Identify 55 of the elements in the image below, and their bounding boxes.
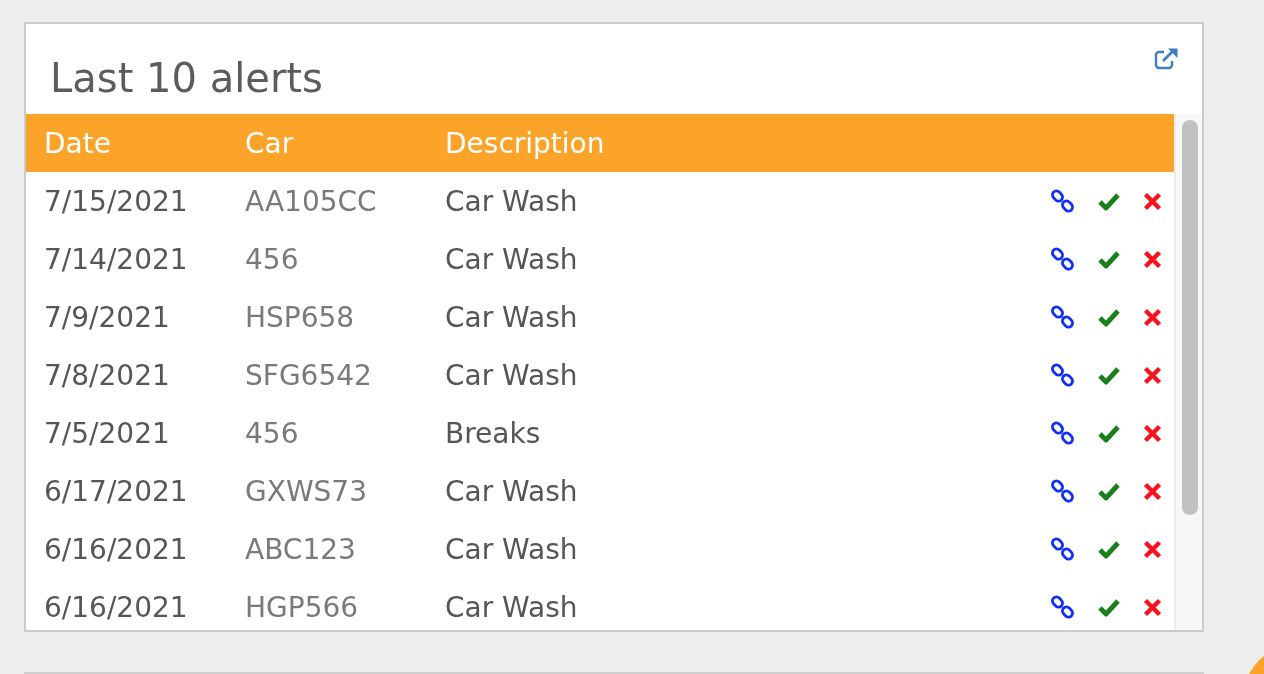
column-header: Description — [445, 126, 606, 160]
table-cell-text: ABC123 — [245, 532, 357, 566]
cross-icon[interactable] — [1143, 539, 1162, 559]
link-icon[interactable] — [1050, 304, 1075, 330]
table-cell-text: Car Wash — [445, 184, 579, 218]
external-link-icon[interactable] — [1154, 48, 1178, 70]
table-cell-text: 7/8/2021 — [44, 358, 171, 392]
check-icon[interactable] — [1097, 423, 1121, 443]
cross-icon[interactable] — [1143, 597, 1162, 617]
table-cell-text: 7/14/2021 — [44, 242, 189, 276]
link-icon[interactable] — [1050, 536, 1075, 562]
check-icon[interactable] — [1097, 481, 1121, 501]
table-cell-text: 7/9/2021 — [44, 300, 171, 334]
table-cell-text: AA105CC — [245, 184, 378, 218]
check-icon[interactable] — [1097, 365, 1121, 385]
table-cell-text: Car Wash — [445, 474, 579, 508]
table-cell-text: GXWS73 — [245, 474, 368, 508]
check-icon[interactable] — [1097, 249, 1121, 269]
table-cell-text: Car Wash — [445, 358, 579, 392]
table-cell-text: SFG6542 — [245, 358, 373, 392]
link-icon[interactable] — [1050, 420, 1075, 446]
check-icon[interactable] — [1097, 191, 1121, 211]
cross-icon[interactable] — [1143, 481, 1162, 501]
cross-icon[interactable] — [1143, 365, 1162, 385]
scrollbar[interactable] — [1174, 114, 1202, 630]
table-cell-text: 7/5/2021 — [44, 416, 171, 450]
check-icon[interactable] — [1097, 597, 1121, 617]
link-icon[interactable] — [1050, 594, 1075, 620]
cross-icon[interactable] — [1143, 249, 1162, 269]
check-icon[interactable] — [1097, 307, 1121, 327]
link-icon[interactable] — [1050, 362, 1075, 388]
link-icon[interactable] — [1050, 246, 1075, 272]
check-icon[interactable] — [1097, 539, 1121, 559]
table-cell-text: 456 — [245, 242, 300, 276]
table-cell-text: Car Wash — [445, 300, 579, 334]
table-cell-text: 456 — [245, 416, 300, 450]
table-cell-text: HGP566 — [245, 590, 360, 624]
column-header: Date — [44, 126, 112, 160]
table-cell-text: 6/17/2021 — [44, 474, 189, 508]
table-cell-text: Car Wash — [445, 242, 579, 276]
link-icon[interactable] — [1050, 188, 1075, 214]
cross-icon[interactable] — [1143, 307, 1162, 327]
table-cell-text: 6/16/2021 — [44, 532, 189, 566]
panel-title: Last 10 alerts — [50, 55, 323, 101]
table-cell-text: Car Wash — [445, 590, 579, 624]
column-header: Car — [245, 126, 295, 160]
link-icon[interactable] — [1050, 478, 1075, 504]
cross-icon[interactable] — [1143, 191, 1162, 211]
cross-icon[interactable] — [1143, 423, 1162, 443]
table-cell-text: 6/16/2021 — [44, 590, 189, 624]
table-cell-text: Breaks — [445, 416, 542, 450]
table-cell-text: Car Wash — [445, 532, 579, 566]
table-cell-text: 7/15/2021 — [44, 184, 189, 218]
scrollbar-thumb[interactable] — [1182, 120, 1198, 515]
table-cell-text: HSP658 — [245, 300, 356, 334]
